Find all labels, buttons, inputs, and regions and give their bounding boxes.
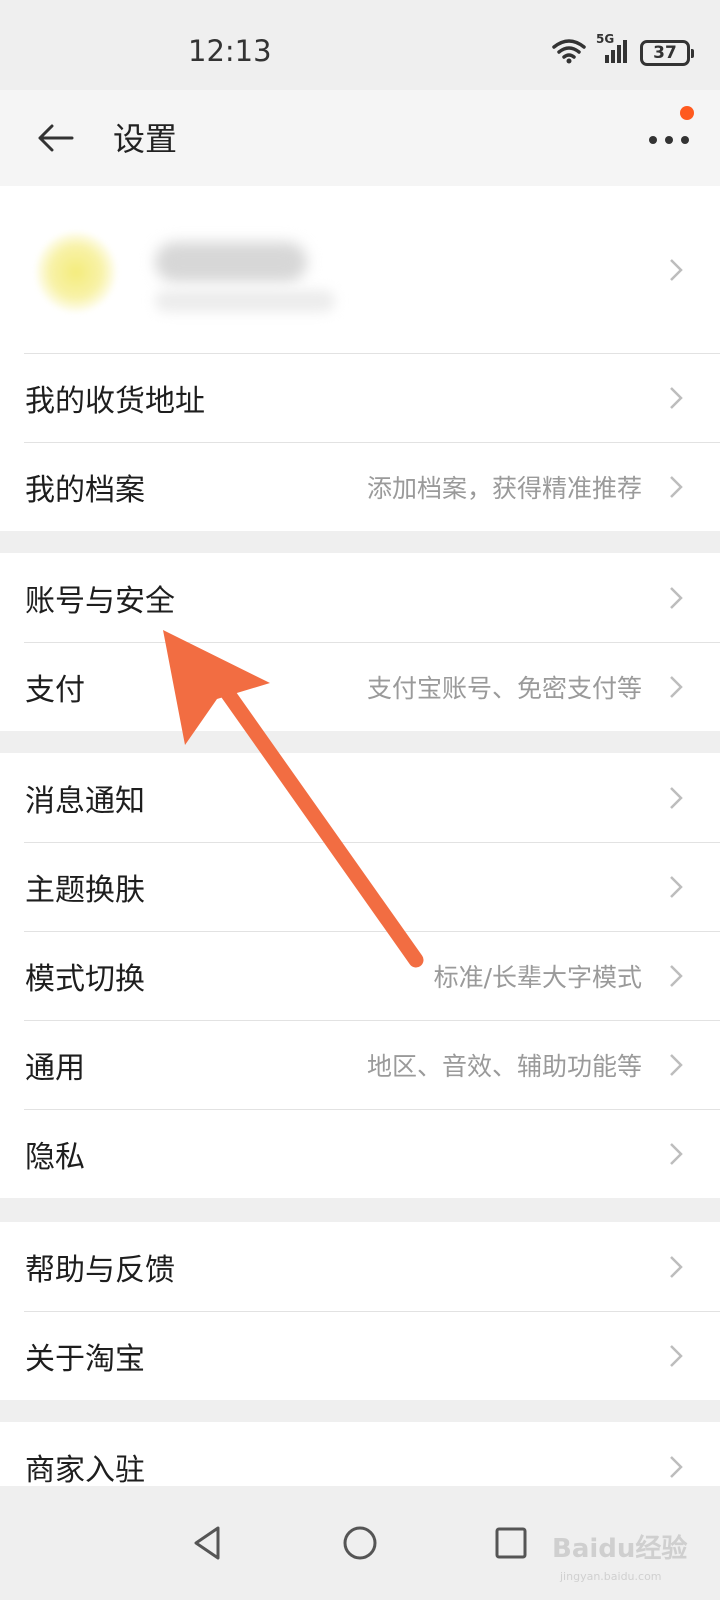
settings-group-general: 消息通知 主题换肤 模式切换 标准/长辈大字模式 通用 地区、音效、辅助功能等 … — [0, 753, 720, 1198]
chevron-right-icon — [670, 258, 683, 281]
wifi-icon — [552, 38, 586, 68]
settings-item-mode-switch[interactable]: 模式切换 标准/长辈大字模式 — [0, 931, 720, 1020]
settings-item-hint: 支付宝账号、免密支付等 — [366, 673, 642, 703]
status-bar: 12:13 5G 37 — [0, 0, 720, 90]
chevron-right-icon — [670, 1255, 683, 1278]
profile-row[interactable] — [0, 186, 720, 353]
settings-item-label: 主题换肤 — [25, 872, 145, 908]
avatar — [36, 232, 116, 312]
settings-group-security: 账号与安全 支付 支付宝账号、免密支付等 — [0, 553, 720, 731]
settings-item-notifications[interactable]: 消息通知 — [0, 753, 720, 842]
status-icons: 5G 37 — [552, 32, 694, 68]
chevron-right-icon — [670, 475, 683, 498]
settings-item-label: 模式切换 — [25, 961, 145, 997]
settings-item-label: 帮助与反馈 — [25, 1252, 175, 1288]
settings-group-account: 我的收货地址 我的档案 添加档案，获得精准推荐 — [0, 186, 720, 531]
profile-name-blurred — [155, 242, 307, 282]
chevron-right-icon — [670, 1344, 683, 1367]
back-triangle-icon[interactable] — [182, 1518, 232, 1568]
chevron-right-icon — [670, 586, 683, 609]
chevron-right-icon — [670, 1455, 683, 1478]
settings-item-label: 支付 — [25, 672, 85, 708]
profile-subtitle-blurred — [155, 290, 335, 312]
settings-item-hint: 地区、音效、辅助功能等 — [366, 1051, 642, 1081]
settings-item-address[interactable]: 我的收货地址 — [0, 353, 720, 442]
settings-item-general[interactable]: 通用 地区、音效、辅助功能等 — [0, 1020, 720, 1109]
settings-item-label: 账号与安全 — [25, 583, 175, 619]
page-title: 设置 — [113, 120, 178, 158]
settings-item-theme[interactable]: 主题换肤 — [0, 842, 720, 931]
chevron-right-icon — [670, 786, 683, 809]
settings-item-account-security[interactable]: 账号与安全 — [0, 553, 720, 642]
settings-item-payment[interactable]: 支付 支付宝账号、免密支付等 — [0, 642, 720, 731]
settings-item-label: 隐私 — [25, 1139, 85, 1175]
settings-item-help-feedback[interactable]: 帮助与反馈 — [0, 1222, 720, 1311]
home-circle-icon[interactable] — [335, 1518, 385, 1568]
recent-square-icon[interactable] — [486, 1518, 536, 1568]
watermark-logo: Baidu经验 — [552, 1534, 688, 1564]
settings-item-label: 我的收货地址 — [25, 383, 205, 419]
chevron-right-icon — [670, 875, 683, 898]
battery-icon: 37 — [640, 40, 694, 66]
settings-item-label: 关于淘宝 — [25, 1341, 145, 1377]
more-dots-icon[interactable] — [644, 116, 694, 160]
nav-bar: 设置 — [0, 90, 720, 186]
settings-item-profile-archive[interactable]: 我的档案 添加档案，获得精准推荐 — [0, 442, 720, 531]
settings-item-hint: 添加档案，获得精准推荐 — [366, 473, 642, 503]
settings-item-label: 我的档案 — [25, 472, 145, 508]
settings-item-label: 通用 — [25, 1050, 85, 1086]
status-time: 12:13 — [188, 34, 272, 68]
notification-dot — [680, 106, 694, 120]
chevron-right-icon — [670, 675, 683, 698]
settings-item-about[interactable]: 关于淘宝 — [0, 1311, 720, 1400]
settings-item-label: 商家入驻 — [25, 1452, 145, 1488]
network-label: 5G — [596, 32, 615, 46]
chevron-right-icon — [670, 1142, 683, 1165]
signal-icon: 5G — [596, 32, 630, 68]
settings-item-label: 消息通知 — [25, 783, 145, 819]
settings-item-hint: 标准/长辈大字模式 — [433, 962, 642, 992]
chevron-right-icon — [670, 386, 683, 409]
watermark-url: jingyan.baidu.com — [560, 1570, 662, 1583]
back-arrow-icon[interactable] — [34, 116, 78, 160]
settings-item-privacy[interactable]: 隐私 — [0, 1109, 720, 1198]
battery-level: 37 — [653, 43, 677, 63]
chevron-right-icon — [670, 964, 683, 987]
chevron-right-icon — [670, 1053, 683, 1076]
settings-group-help: 帮助与反馈 关于淘宝 — [0, 1222, 720, 1400]
